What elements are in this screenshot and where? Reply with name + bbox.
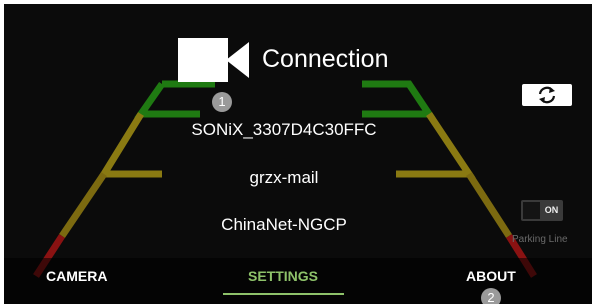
page-title: Connection: [262, 45, 389, 73]
parking-line-label: Parking Line: [512, 234, 568, 245]
tab-settings[interactable]: SETTINGS: [248, 267, 318, 285]
active-tab-indicator: [223, 293, 344, 295]
camera-view: Connection 1 SONiX_3307D4C30FFC grzx-mai…: [4, 4, 592, 304]
switch-camera-button[interactable]: [522, 84, 572, 106]
rotate-camera-icon: [538, 86, 556, 104]
guide-left-green: [134, 80, 215, 118]
tab-about[interactable]: ABOUT: [466, 267, 516, 285]
guide-right-green: [362, 80, 436, 118]
toggle-state-label: ON: [544, 205, 559, 215]
parking-line-toggle[interactable]: ON: [521, 200, 563, 221]
toggle-knob: [523, 202, 540, 219]
step-badge-2: 2: [481, 288, 501, 304]
step-badge-1: 1: [212, 92, 232, 112]
network-item[interactable]: grzx-mail: [4, 167, 564, 189]
network-item[interactable]: ChinaNet-NGCP: [4, 214, 564, 236]
network-item[interactable]: SONiX_3307D4C30FFC: [4, 119, 564, 141]
video-camera-icon: [178, 38, 250, 82]
tab-camera[interactable]: CAMERA: [46, 267, 107, 285]
